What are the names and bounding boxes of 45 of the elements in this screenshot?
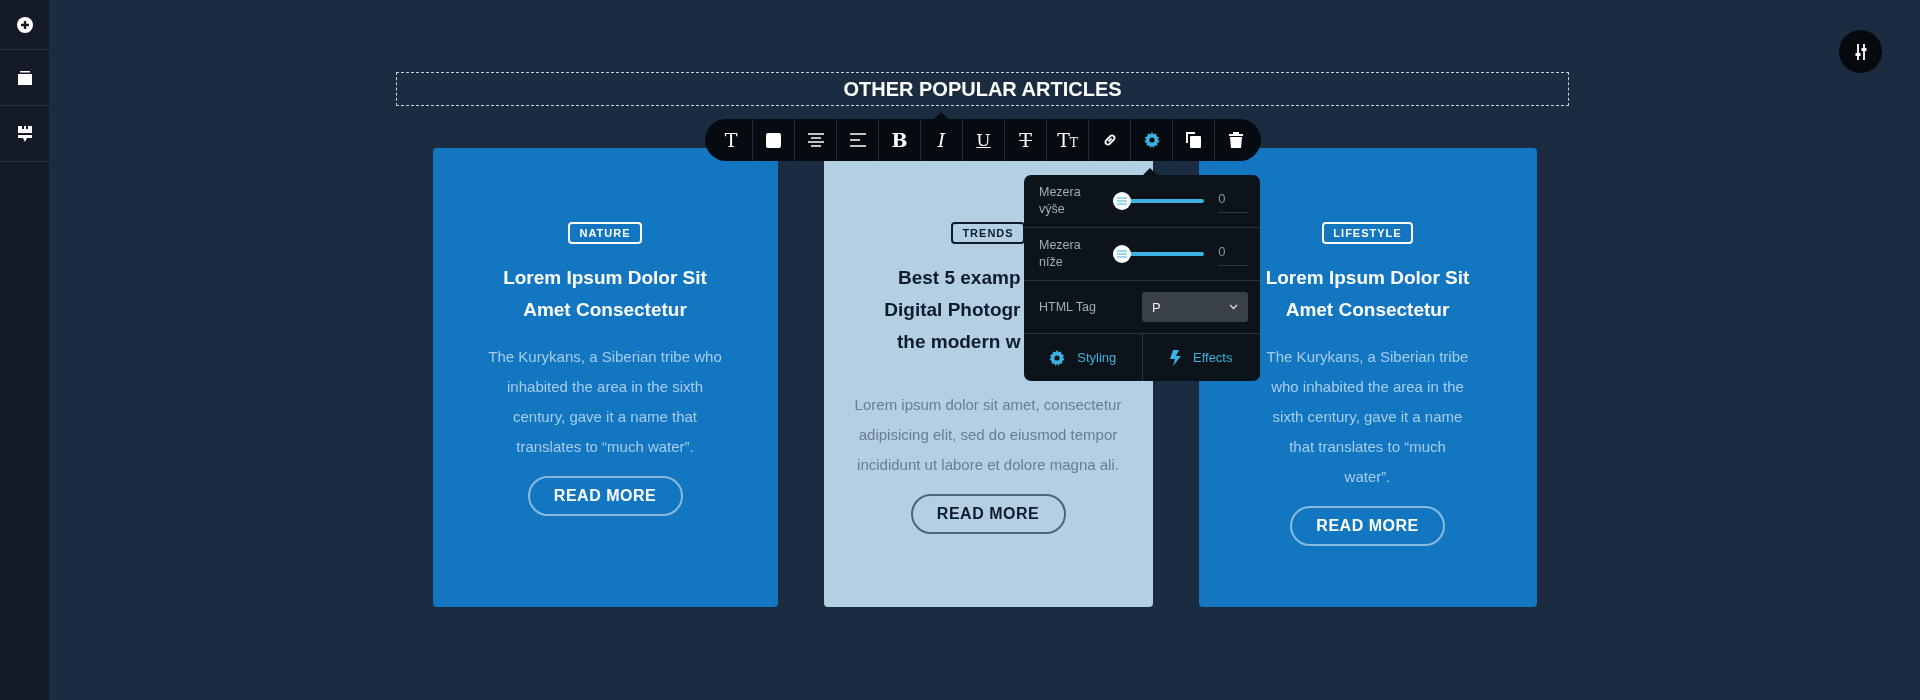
slider-thumb[interactable]: [1113, 192, 1131, 210]
bolt-icon: [1170, 349, 1181, 366]
value-field[interactable]: 0: [1218, 242, 1248, 266]
settings-icon: [1143, 132, 1160, 148]
read-more-button[interactable]: READ MORE: [1290, 506, 1445, 546]
spacing-slider[interactable]: [1113, 192, 1205, 210]
article-title: Lorem Ipsum Dolor Sit Amet Consectetur: [1265, 266, 1470, 322]
effects-tab[interactable]: Effects: [1141, 334, 1260, 381]
read-more-button[interactable]: READ MORE: [527, 476, 683, 516]
article-title: Lorem Ipsum Dolor Sit Amet Consectetur: [503, 266, 707, 322]
article-excerpt: The Kurykans, a Siberian tribe who inhabited the area in the sixth century, gave it a name that translates to “much water”.: [1265, 347, 1470, 487]
underline-button[interactable]: U: [962, 119, 1004, 161]
trash-icon: [1228, 132, 1243, 148]
window-icon: [17, 70, 32, 85]
sliders-icon: [1853, 43, 1868, 60]
article-title: Best 5 examp Digital Photogr the modern w: [883, 266, 1021, 354]
adjust-button[interactable]: [1839, 30, 1882, 73]
bold-button[interactable]: B: [878, 119, 920, 161]
styling-tab[interactable]: Styling: [1024, 334, 1142, 381]
spacing-slider[interactable]: [1113, 245, 1205, 263]
article-excerpt: Lorem ipsum dolor sit amet, consectetur adipisicing elit, sed do eiusmod tempor incididunt ut labore et dolore magna ali.: [853, 395, 1123, 475]
italic-button[interactable]: I: [920, 119, 962, 161]
align-center-icon: [807, 133, 824, 147]
setting-label: HTML Tag: [1039, 298, 1097, 316]
heading-outline[interactable]: OTHER POPULAR ARTICLES: [396, 72, 1569, 106]
value-field[interactable]: 0: [1218, 189, 1248, 213]
category-tag: LIFESTYLE: [1322, 222, 1413, 244]
setting-label: Mezera níže: [1039, 237, 1082, 271]
square-icon: [766, 132, 781, 148]
category-tag: NATURE: [568, 222, 642, 244]
tag-dropdown[interactable]: P: [1142, 292, 1248, 322]
align-left-icon: [849, 133, 866, 147]
article-excerpt: The Kurykans, a Siberian tribe who inhabited the area in the sixth century, gave it a name that translates to “much water”.: [487, 347, 723, 457]
strike-button[interactable]: T: [1004, 119, 1046, 161]
chevron-down-icon: [1229, 304, 1238, 310]
section-heading: OTHER POPULAR ARTICLES: [843, 77, 1122, 101]
add-icon: [16, 16, 33, 33]
font-size-button[interactable]: TT: [1046, 119, 1088, 161]
copy-icon: [1186, 132, 1201, 148]
setting-label: Mezera výše: [1039, 184, 1082, 218]
brush-icon: [17, 125, 32, 142]
gear-icon: [1049, 349, 1066, 366]
slider-thumb[interactable]: [1113, 245, 1131, 263]
text-button[interactable]: T: [710, 119, 752, 161]
read-more-button[interactable]: READ MORE: [910, 494, 1066, 534]
